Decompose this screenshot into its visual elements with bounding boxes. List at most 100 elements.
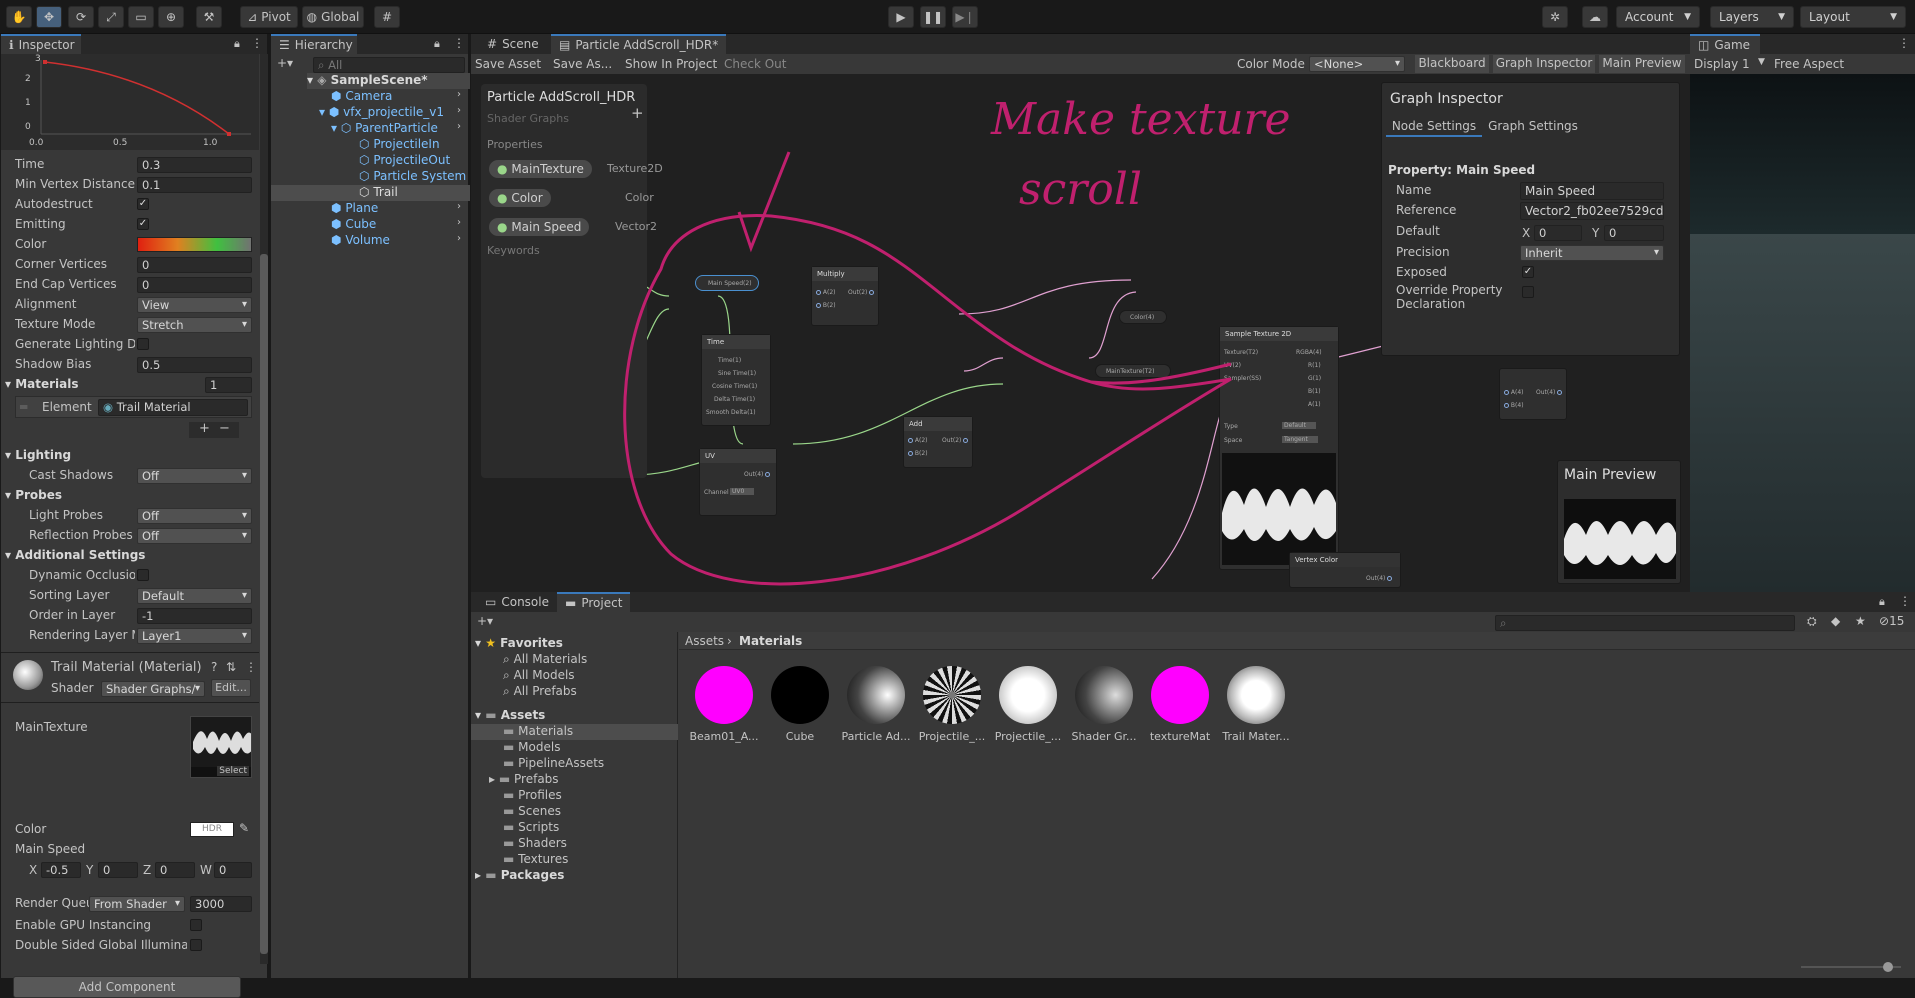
game-menu-icon[interactable]: ⋮ (1898, 36, 1910, 50)
time-field[interactable]: 0.3 (137, 157, 252, 173)
asset-thumb-projectile-1[interactable] (923, 666, 981, 724)
material-object-field[interactable]: ◉ Trail Material (98, 399, 248, 416)
tab-inspector[interactable]: ℹ Inspector (1, 34, 81, 54)
hierarchy-lock-icon[interactable]: 🔒︎ (434, 37, 440, 51)
breadcrumb-materials[interactable]: Materials (739, 634, 802, 648)
asset-thumb-cube[interactable] (771, 666, 829, 724)
scale-tool-icon[interactable]: ⤢ (98, 6, 124, 28)
asset-thumb-texturemat[interactable] (1151, 666, 1209, 724)
gen-lighting-checkbox[interactable] (137, 338, 149, 350)
project-search-input[interactable]: ⌕ (1495, 615, 1795, 631)
asset-thumb-particle-add[interactable] (847, 666, 905, 724)
thumbnail-size-slider[interactable] (1801, 962, 1901, 972)
tab-hierarchy[interactable]: ☰ Hierarchy (271, 34, 357, 54)
account-dropdown[interactable]: Account ▼ (1616, 6, 1700, 28)
render-queue-field[interactable]: 3000 (190, 896, 252, 912)
dynamic-occlusion-checkbox[interactable] (137, 569, 149, 581)
tab-console[interactable]: ▭ Console (477, 592, 557, 612)
hierarchy-menu-icon[interactable]: ⋮ (453, 36, 465, 50)
aspect-dropdown[interactable]: Free Aspect (1774, 57, 1844, 71)
texture-mode-dropdown[interactable]: Stretch (137, 317, 252, 333)
pivot-toggle[interactable]: ⊿ Pivot (240, 6, 298, 28)
chevron-right-icon[interactable]: › (457, 233, 461, 244)
gpu-instancing-checkbox[interactable] (190, 919, 202, 931)
folder-materials[interactable]: ▬ Materials (471, 724, 678, 740)
inspector-scrollbar[interactable] (260, 54, 268, 964)
fav-all-prefabs[interactable]: ⌕ All Prefabs (503, 684, 577, 699)
add-component-button[interactable]: Add Component (13, 976, 241, 998)
folder-models[interactable]: ▬ Models (503, 740, 560, 754)
vec-y-field[interactable]: 0 (98, 862, 138, 878)
additional-settings-foldout[interactable]: ▾ Additional Settings (5, 548, 145, 562)
global-toggle[interactable]: ◍ Global (302, 6, 364, 28)
folder-textures[interactable]: ▬ Textures (503, 852, 568, 866)
order-in-layer-field[interactable]: -1 (137, 608, 252, 624)
hierarchy-item-parentparticle[interactable]: ▾ ⬡ ParentParticle (331, 121, 438, 135)
folder-prefabs[interactable]: ▸ ▬ Prefabs (489, 772, 559, 786)
alignment-dropdown[interactable]: View (137, 297, 252, 313)
hierarchy-item-projectilein[interactable]: ⬡ ProjectileIn (359, 137, 440, 151)
chevron-right-icon[interactable]: › (457, 121, 461, 132)
main-texture-slot[interactable]: Select (190, 716, 252, 778)
hierarchy-item-trail[interactable]: ⬡ Trail (271, 185, 470, 201)
hierarchy-item-projectileout[interactable]: ⬡ ProjectileOut (359, 153, 450, 167)
chevron-right-icon[interactable]: › (457, 217, 461, 228)
chevron-right-icon[interactable]: › (457, 89, 461, 100)
hierarchy-item-cube[interactable]: ⬢ Cube (331, 217, 376, 231)
vec-z-field[interactable]: 0 (155, 862, 195, 878)
pause-button[interactable]: ❚❚ (920, 6, 946, 28)
edit-shader-button[interactable]: Edit... (211, 679, 251, 697)
folder-profiles[interactable]: ▬ Profiles (503, 788, 562, 802)
materials-count-field[interactable]: 1 (205, 377, 252, 393)
folder-pipelineassets[interactable]: ▬ PipelineAssets (503, 756, 604, 770)
min-vertex-field[interactable]: 0.1 (137, 177, 252, 193)
color-gradient-field[interactable] (137, 237, 252, 252)
asset-thumb-projectile-2[interactable] (999, 666, 1057, 724)
render-queue-dropdown[interactable]: From Shader (89, 896, 185, 912)
layers-dropdown[interactable]: Layers ▼ (1710, 6, 1794, 28)
shader-dropdown[interactable]: Shader Graphs/ (101, 681, 205, 697)
cast-shadows-dropdown[interactable]: Off (137, 468, 252, 484)
fav-all-models[interactable]: ⌕ All Models (503, 668, 575, 683)
grid-snap-icon[interactable]: # (374, 6, 400, 28)
shadow-bias-field[interactable]: 0.5 (137, 357, 252, 373)
project-create-button[interactable]: +▾ (477, 614, 493, 628)
hierarchy-search-input[interactable]: ⌕ All (313, 57, 465, 73)
scene-root[interactable]: ▾ ◈ SampleScene* (307, 73, 470, 89)
fav-all-materials[interactable]: ⌕ All Materials (503, 652, 587, 667)
lock-icon[interactable]: 🔒︎ (234, 37, 240, 51)
light-probes-dropdown[interactable]: Off (137, 508, 252, 524)
hierarchy-item-camera[interactable]: ⬢ Camera (331, 89, 392, 103)
lighting-foldout[interactable]: ▾ Lighting (5, 448, 71, 462)
corner-vertices-field[interactable]: 0 (137, 257, 252, 273)
texture-select-button[interactable]: Select (217, 766, 249, 776)
hierarchy-item-volume[interactable]: ⬢ Volume (331, 233, 390, 247)
custom-tool-icon[interactable]: ⚒ (196, 6, 222, 28)
rendering-layer-dropdown[interactable]: Layer1 (137, 628, 252, 644)
filter-label-icon[interactable]: ◆ (1831, 614, 1840, 628)
double-sided-checkbox[interactable] (190, 939, 202, 951)
end-cap-field[interactable]: 0 (137, 277, 252, 293)
vec-x-field[interactable]: -0.5 (41, 862, 81, 878)
step-button[interactable]: ▶❘ (952, 6, 978, 28)
tab-project[interactable]: ▬ Project (557, 592, 631, 612)
chevron-right-icon[interactable]: › (457, 201, 461, 212)
autodestruct-checkbox[interactable]: ✓ (137, 198, 149, 210)
folder-scripts[interactable]: ▬ Scripts (503, 820, 559, 834)
eyedropper-icon[interactable]: ✎ (239, 821, 249, 835)
transform-tool-icon[interactable]: ⊕ (158, 6, 184, 28)
menu-icon[interactable]: ⋮ (251, 36, 263, 50)
rotate-tool-icon[interactable]: ⟳ (68, 6, 94, 28)
emitting-checkbox[interactable]: ✓ (137, 218, 149, 230)
hierarchy-item-plane[interactable]: ⬢ Plane (331, 201, 378, 215)
folder-scenes[interactable]: ▬ Scenes (503, 804, 561, 818)
sorting-layer-dropdown[interactable]: Default (137, 588, 252, 604)
collab-icon[interactable]: ✲ (1542, 6, 1568, 28)
vec-w-field[interactable]: 0 (214, 862, 252, 878)
play-button[interactable]: ▶ (888, 6, 914, 28)
rect-tool-icon[interactable]: ▭ (128, 6, 154, 28)
tab-game[interactable]: ◫ Game (1690, 34, 1760, 54)
project-menu-icon[interactable]: ⋮ (1899, 594, 1911, 608)
display-dropdown[interactable]: Display 1 (1694, 57, 1750, 71)
move-tool-icon[interactable]: ✥ (36, 6, 62, 28)
